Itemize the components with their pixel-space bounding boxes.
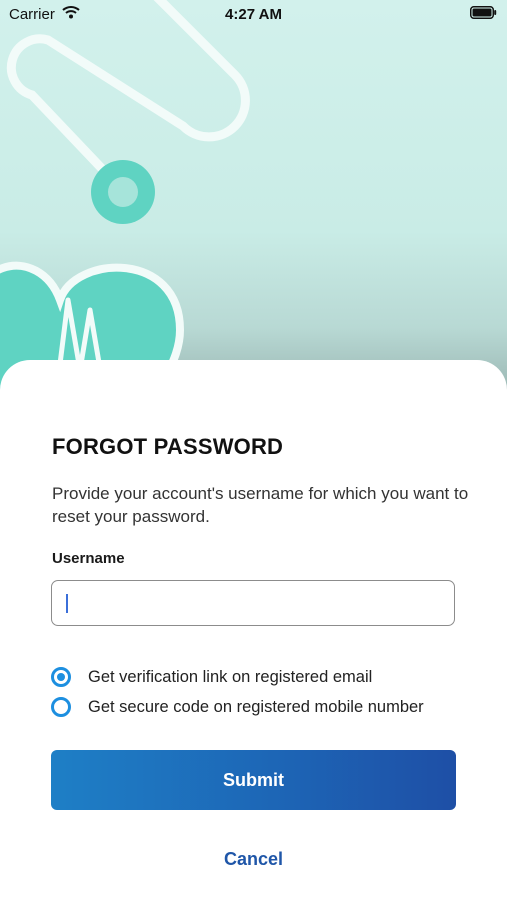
radio-selected-icon[interactable] xyxy=(51,667,71,687)
username-label: Username xyxy=(52,550,125,567)
radio-option-email[interactable]: Get verification link on registered emai… xyxy=(51,667,471,693)
battery-icon xyxy=(470,6,497,19)
radio-option-label: Get secure code on registered mobile num… xyxy=(88,698,424,716)
cancel-button[interactable]: Cancel xyxy=(0,849,507,870)
username-input[interactable] xyxy=(51,580,455,626)
page-description: Provide your account's username for whic… xyxy=(52,484,469,526)
status-time: 4:27 AM xyxy=(225,6,282,23)
status-bar: Carrier 4:27 AM xyxy=(0,0,507,28)
submit-button[interactable]: Submit xyxy=(51,750,456,810)
radio-option-label: Get verification link on registered emai… xyxy=(88,668,373,686)
stethoscope-heart-illustration xyxy=(0,0,250,420)
page-title: FORGOT PASSWORD xyxy=(52,434,284,459)
radio-unselected-icon[interactable] xyxy=(51,697,71,717)
text-caret xyxy=(66,594,68,613)
header-illustration: Carrier 4:27 AM xyxy=(0,0,507,420)
radio-option-mobile[interactable]: Get secure code on registered mobile num… xyxy=(51,697,471,723)
